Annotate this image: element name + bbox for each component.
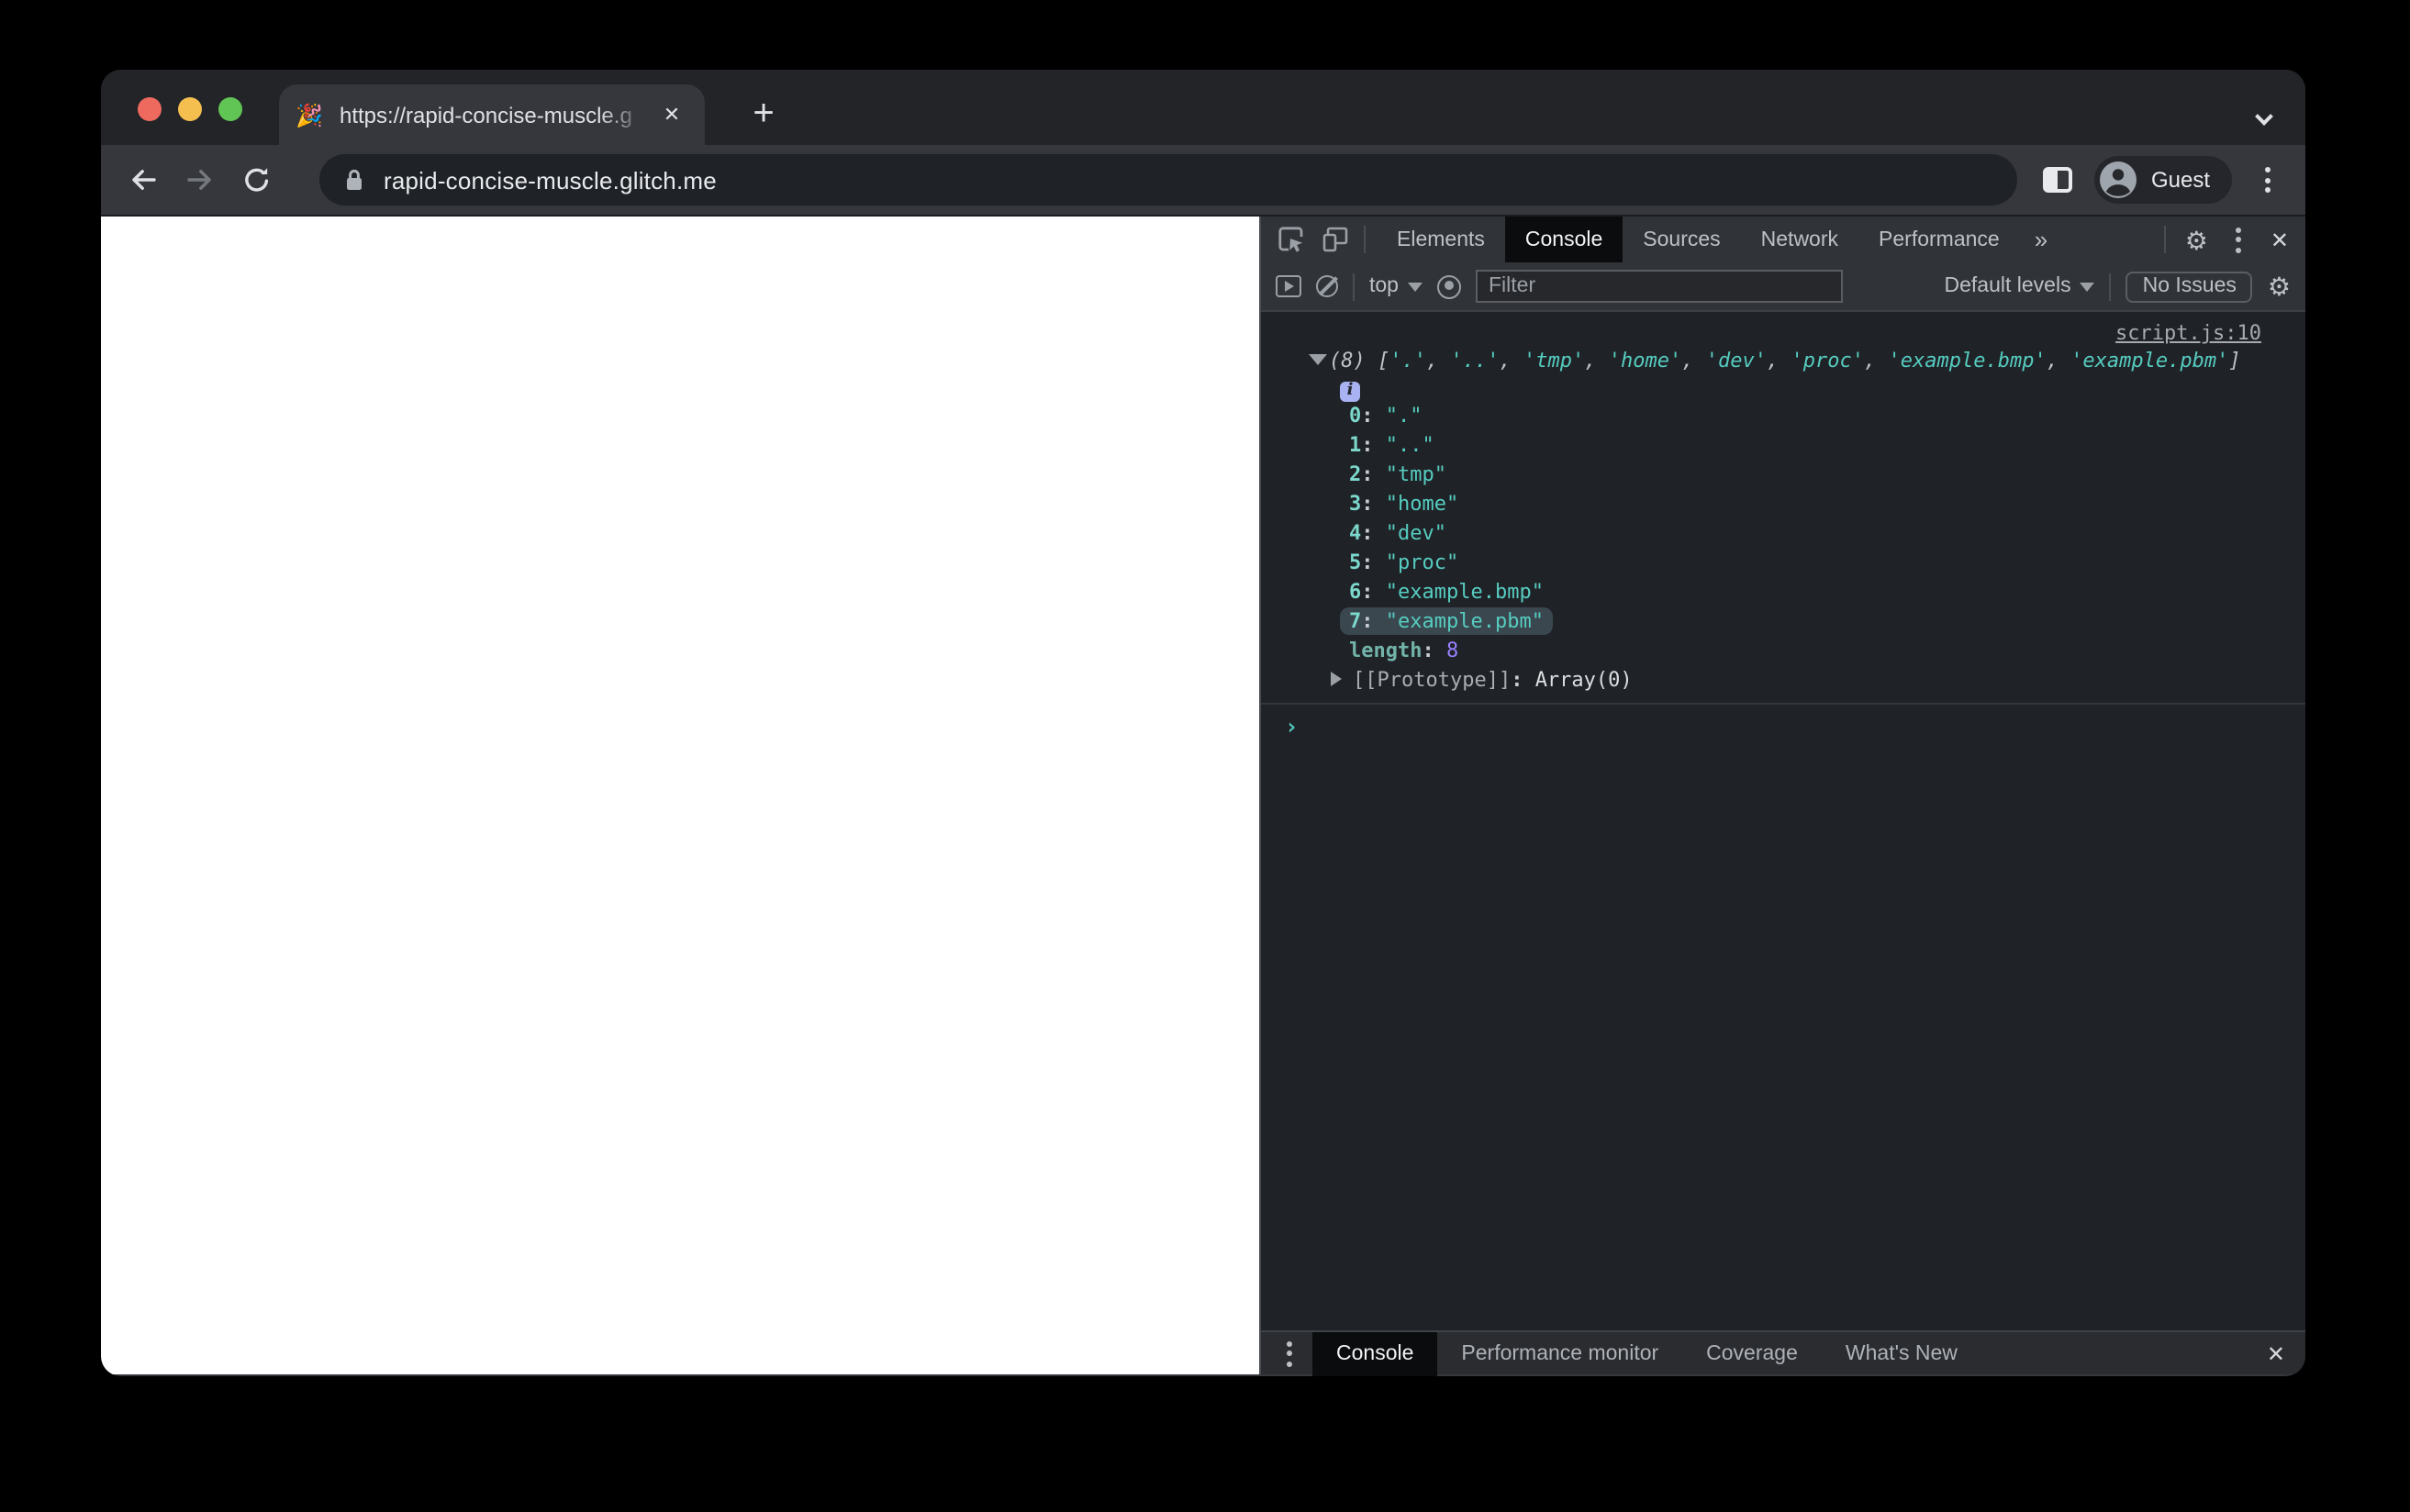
inspect-element-icon[interactable] — [1276, 225, 1305, 254]
drawer-menu-icon[interactable] — [1276, 1339, 1301, 1368]
console-toolbar: top Default levels No Issues ⚙ — [1261, 262, 2305, 312]
prototype-row[interactable]: [[Prototype]]: Array(0) — [1261, 666, 2305, 695]
array-preview-row[interactable]: (8) ['.', '..', 'tmp', 'home', 'dev', 'p… — [1261, 347, 2305, 376]
console-array-item[interactable]: 5: "proc" — [1261, 549, 2305, 578]
browser-tab[interactable]: 🎉 https://rapid-concise-muscle.g ✕ — [279, 84, 705, 145]
console-array-item[interactable]: 0: "." — [1261, 402, 2305, 431]
tab-search-chevron-icon[interactable] — [2255, 99, 2276, 126]
console-sidebar-icon[interactable] — [1276, 275, 1301, 297]
traffic-lights — [138, 97, 242, 121]
devtools-tab-performance[interactable]: Performance — [1858, 217, 2020, 262]
side-panel-icon[interactable] — [2042, 167, 2072, 193]
profile-label: Guest — [2150, 167, 2210, 193]
device-toolbar-icon[interactable] — [1320, 225, 1349, 254]
console-array-item[interactable]: 2: "tmp" — [1261, 461, 2305, 490]
devtools-tab-sources[interactable]: Sources — [1623, 217, 1740, 262]
console-array-item[interactable]: 1: ".." — [1261, 431, 2305, 461]
prompt-chevron-icon: › — [1285, 714, 1299, 739]
lock-icon[interactable] — [341, 167, 367, 193]
back-button[interactable] — [127, 163, 160, 196]
browser-window: 🎉 https://rapid-concise-muscle.g ✕ + rap… — [101, 70, 2305, 1376]
devtools-panel: Elements Console Sources Network Performance… — [1259, 217, 2305, 1375]
page-content[interactable] — [101, 217, 1259, 1374]
forward-button[interactable] — [184, 163, 217, 196]
console-array-item[interactable]: 7: "example.pbm" — [1261, 607, 2305, 637]
devtools-tab-network[interactable]: Network — [1741, 217, 1858, 262]
devtools-settings-icon[interactable]: ⚙ — [2185, 227, 2208, 252]
info-icon[interactable]: i — [1340, 382, 1360, 402]
tab-favicon-icon: 🎉 — [296, 102, 323, 128]
source-link[interactable]: script.js:10 — [2115, 321, 2261, 345]
address-bar[interactable]: rapid-concise-muscle.glitch.me — [319, 154, 2017, 206]
tab-strip: 🎉 https://rapid-concise-muscle.g ✕ + — [101, 70, 2305, 145]
devtools-drawer: Console Performance monitor Coverage What's… — [1261, 1330, 2305, 1375]
console-array-item[interactable]: 4: "dev" — [1261, 519, 2305, 549]
profile-button[interactable]: Guest — [2093, 156, 2232, 204]
desktop: 🎉 https://rapid-concise-muscle.g ✕ + rap… — [0, 0, 2410, 1512]
console-output[interactable]: script.js:10 (8) ['.', '..', 'tmp', 'hom… — [1261, 312, 2305, 1330]
drawer-tab-coverage[interactable]: Coverage — [1682, 1331, 1822, 1375]
live-expression-eye-icon[interactable] — [1437, 274, 1461, 298]
avatar-icon — [2098, 160, 2138, 200]
more-tabs-button[interactable]: » — [2020, 226, 2062, 253]
length-row: length: 8 — [1349, 639, 1459, 662]
minimize-window-button[interactable] — [178, 97, 202, 121]
no-issues-button[interactable]: No Issues — [2125, 271, 2253, 302]
zoom-window-button[interactable] — [218, 97, 242, 121]
console-settings-icon[interactable]: ⚙ — [2268, 273, 2291, 299]
devtools-tab-console[interactable]: Console — [1504, 217, 1623, 262]
browser-toolbar: rapid-concise-muscle.glitch.me Guest — [101, 145, 2305, 217]
console-filter-input[interactable] — [1476, 270, 1843, 303]
drawer-close-icon[interactable]: ✕ — [2267, 1340, 2305, 1366]
tab-close-icon[interactable]: ✕ — [655, 98, 688, 131]
reload-button[interactable] — [240, 163, 273, 196]
window-content: Elements Console Sources Network Performance… — [101, 217, 2305, 1375]
devtools-close-icon[interactable]: ✕ — [2271, 227, 2289, 252]
execution-context-selector[interactable]: top — [1369, 275, 1423, 297]
devtools-menu-icon[interactable] — [2226, 225, 2252, 254]
log-levels-dropdown[interactable]: Default levels — [1945, 275, 2095, 297]
console-prompt[interactable]: › — [1261, 703, 2305, 739]
devtools-tab-elements[interactable]: Elements — [1377, 217, 1505, 262]
new-tab-button[interactable]: + — [740, 90, 787, 138]
drawer-tab-what-s-new[interactable]: What's New — [1822, 1331, 1981, 1375]
console-array-item[interactable]: 6: "example.bmp" — [1261, 578, 2305, 607]
drawer-tab-console[interactable]: Console — [1312, 1331, 1438, 1375]
drawer-tab-performance-monitor[interactable]: Performance monitor — [1437, 1331, 1682, 1375]
close-window-button[interactable] — [138, 97, 162, 121]
collapse-triangle-icon[interactable] — [1309, 354, 1327, 365]
url-text: rapid-concise-muscle.glitch.me — [384, 166, 717, 194]
clear-console-icon[interactable] — [1316, 275, 1338, 297]
tab-title: https://rapid-concise-muscle.g — [340, 102, 632, 128]
expand-triangle-icon[interactable] — [1331, 672, 1342, 686]
devtools-tabbar: Elements Console Sources Network Performance… — [1261, 217, 2305, 262]
browser-menu-icon[interactable] — [2254, 165, 2280, 195]
console-array-item[interactable]: 3: "home" — [1261, 490, 2305, 519]
